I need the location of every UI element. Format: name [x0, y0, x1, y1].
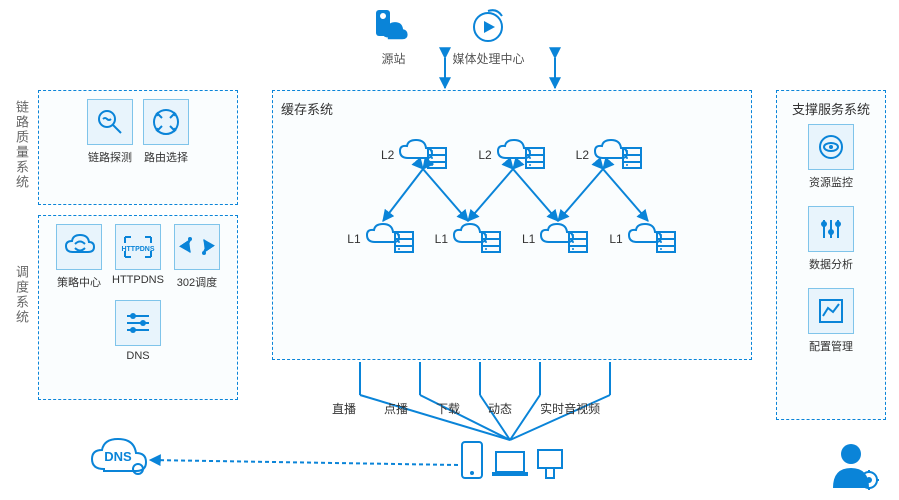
l2-row: L2 L2 L2 [281, 138, 743, 172]
route-select-icon [143, 99, 189, 145]
l2-server: L2 [381, 138, 448, 172]
dispatch-panel: 策略中心 HTTPDNS HTTPDNS 302调度 DNS [38, 215, 238, 400]
dns-label: DNS [126, 350, 149, 362]
route-select-item: 路由选择 [143, 99, 189, 165]
analytics-icon [808, 206, 854, 252]
phone-icon [460, 440, 484, 480]
client-devices [460, 440, 564, 480]
httpdns-item: HTTPDNS HTTPDNS [112, 224, 164, 290]
services-row: 直播 点播 下载 动态 实时音视频 [332, 400, 600, 417]
l2-server: L2 [478, 138, 545, 172]
svg-text:HTTPDNS: HTTPDNS [121, 246, 154, 253]
link-quality-panel: 链路探测 路由选择 [38, 90, 238, 205]
svc-vod: 点播 [384, 400, 408, 417]
httpdns-icon: HTTPDNS [115, 224, 161, 270]
media-center: 媒体处理中心 [452, 8, 524, 67]
svc-download: 下载 [436, 400, 460, 417]
302-item: 302调度 [174, 224, 220, 290]
config-chart-icon [808, 288, 854, 334]
l1-server: L1 [435, 222, 502, 256]
httpdns-label: HTTPDNS [112, 274, 164, 286]
monitor-eye-icon [808, 124, 854, 170]
cache-panel: 缓存系统 L2 L2 L2 L1 L1 L1 L1 [272, 90, 752, 360]
strategy-label: 策略中心 [57, 274, 101, 290]
svg-text:DNS: DNS [104, 449, 132, 464]
dns-cloud-icon: DNS [90, 435, 146, 475]
link-probe-item: 链路探测 [87, 99, 133, 165]
config-item: 配置管理 [808, 288, 854, 354]
analytics-item: 数据分析 [808, 206, 854, 272]
l1-server: L1 [609, 222, 676, 256]
302-label: 302调度 [177, 274, 217, 290]
link-probe-icon [87, 99, 133, 145]
cache-title: 缓存系统 [281, 99, 743, 118]
strategy-item: 策略中心 [56, 224, 102, 290]
svc-dynamic: 动态 [488, 400, 512, 417]
support-title: 支撑服务系统 [785, 99, 877, 118]
route-select-label: 路由选择 [144, 149, 188, 165]
laptop-icon [490, 448, 530, 480]
link-probe-label: 链路探测 [88, 149, 132, 165]
user-admin-icon [829, 440, 879, 490]
302-icon [174, 224, 220, 270]
dns-item: DNS [115, 300, 161, 362]
strategy-icon [56, 224, 102, 270]
l1-server: L1 [347, 222, 414, 256]
top-row: 源站 媒体处理中心 [0, 8, 899, 67]
monitor-label: 资源监控 [809, 174, 853, 190]
l2-server: L2 [576, 138, 643, 172]
origin-icon [374, 8, 412, 46]
origin-station: 源站 [374, 8, 412, 67]
analytics-label: 数据分析 [809, 256, 853, 272]
desktop-icon [536, 448, 564, 480]
origin-label: 源站 [381, 50, 405, 67]
link-quality-title: 链路质量系统 [12, 100, 31, 190]
l1-row: L1 L1 L1 L1 [281, 222, 743, 256]
config-label: 配置管理 [809, 338, 853, 354]
dispatch-title: 调度系统 [12, 265, 31, 325]
svc-rtc: 实时音视频 [540, 400, 600, 417]
media-center-label: 媒体处理中心 [452, 50, 524, 67]
support-panel: 支撑服务系统 资源监控 数据分析 配置管理 [776, 90, 886, 420]
media-center-icon [469, 8, 507, 46]
svc-live: 直播 [332, 400, 356, 417]
l1-server: L1 [522, 222, 589, 256]
monitor-item: 资源监控 [808, 124, 854, 190]
dns-sliders-icon [115, 300, 161, 346]
